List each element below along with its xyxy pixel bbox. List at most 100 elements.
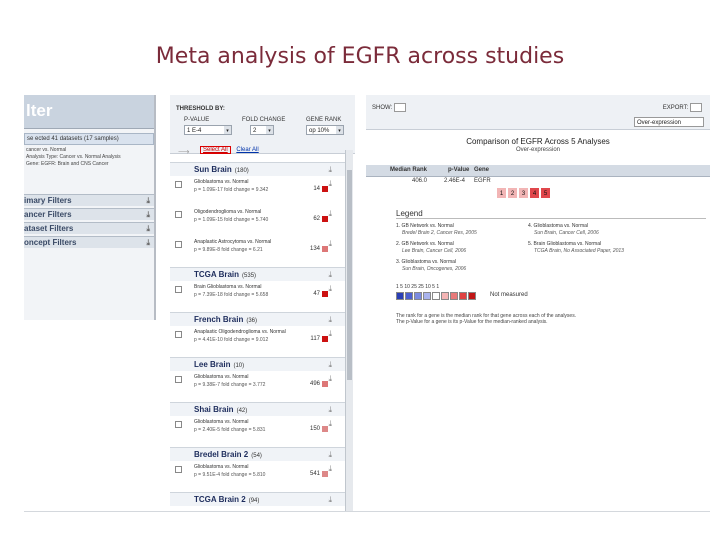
color-scale bbox=[396, 292, 477, 300]
study-header[interactable]: Shai Brain (42) ⤓ bbox=[170, 402, 350, 416]
show-control[interactable]: SHOW: bbox=[372, 103, 406, 112]
expand-arrow-icon[interactable]: ⤓ bbox=[146, 209, 150, 220]
download-icon[interactable]: ⤓ bbox=[328, 493, 332, 506]
filter-group-cancer[interactable]: ancer Filters ⤓ bbox=[24, 208, 154, 220]
scale-swatch bbox=[441, 292, 449, 300]
fold-change-select[interactable]: 2 ▾ bbox=[250, 125, 274, 135]
scale-swatch bbox=[414, 292, 422, 300]
not-measured-label: Not measured bbox=[490, 292, 528, 298]
analysis-row[interactable]: Anaplastic Astrocytoma vs. Normal p = 9.… bbox=[170, 236, 350, 266]
expression-type-select[interactable]: Over-expression bbox=[634, 117, 704, 127]
study-header[interactable]: Bredel Brain 2 (54) ⤓ bbox=[170, 447, 350, 461]
rank-color-box bbox=[322, 186, 328, 192]
analysis-checkbox[interactable] bbox=[175, 376, 182, 383]
download-icon[interactable]: ⤓ bbox=[328, 329, 332, 339]
download-icon[interactable]: ⤓ bbox=[328, 374, 332, 384]
gene-value: EGFR bbox=[474, 178, 491, 184]
analysis-checkbox[interactable] bbox=[175, 181, 182, 188]
scrollbar-thumb[interactable] bbox=[347, 170, 352, 380]
download-icon[interactable]: ⤓ bbox=[328, 313, 332, 326]
legend-item: 3. Glioblastoma vs. Normal Sun Brain, On… bbox=[396, 259, 466, 273]
gene-rank-value: op 10% bbox=[309, 128, 330, 134]
filter-group-label: oncept Filters bbox=[24, 238, 77, 247]
legend-item-title: 4. Glioblastoma vs. Normal bbox=[528, 223, 589, 229]
analysis-row[interactable]: Glioblastoma vs. Normal p = 2.40E-5 fold… bbox=[170, 416, 350, 446]
legend-divider bbox=[396, 218, 706, 219]
analysis-row[interactable]: Brain Glioblastoma vs. Normal p = 7.39E-… bbox=[170, 281, 350, 311]
download-icon[interactable]: ⤓ bbox=[328, 268, 332, 281]
analysis-checkbox[interactable] bbox=[175, 466, 182, 473]
scale-swatch bbox=[459, 292, 467, 300]
select-all-link[interactable]: Select All bbox=[200, 146, 231, 154]
study-header[interactable]: French Brain (36) ⤓ bbox=[170, 312, 350, 326]
download-icon[interactable]: ⤓ bbox=[328, 284, 332, 294]
study-header[interactable]: Lee Brain (10) ⤓ bbox=[170, 357, 350, 371]
gene-rank: 47 bbox=[313, 291, 320, 297]
scale-swatch bbox=[405, 292, 413, 300]
filter-description: cancer vs. Normal Analysis Type: Cancer … bbox=[24, 145, 154, 170]
download-icon[interactable]: ⤓ bbox=[328, 163, 332, 176]
download-icon[interactable]: ⤓ bbox=[328, 239, 332, 249]
analysis-checkbox[interactable] bbox=[175, 286, 182, 293]
study-header[interactable]: TCGA Brain (535) ⤓ bbox=[170, 267, 350, 281]
heatmap-cell: 3 bbox=[518, 187, 529, 199]
rank-color-box bbox=[322, 246, 328, 252]
analysis-checkbox[interactable] bbox=[175, 421, 182, 428]
filter-group-primary[interactable]: imary Filters ⤓ bbox=[24, 194, 154, 206]
download-icon[interactable]: ⤓ bbox=[328, 419, 332, 429]
analysis-row[interactable]: Oligodendroglioma vs. Normal p = 1.09E-1… bbox=[170, 206, 350, 236]
analysis-stats: p = 4.41E-10 fold change = 9.012 bbox=[194, 337, 269, 343]
export-control[interactable]: EXPORT: bbox=[663, 103, 702, 112]
study-name: French Brain bbox=[194, 315, 244, 324]
analysis-row[interactable]: Glioblastoma vs. Normal p = 9.51E-4 fold… bbox=[170, 461, 350, 491]
download-icon[interactable]: ⤓ bbox=[328, 209, 332, 219]
threshold-label: THRESHOLD BY: bbox=[176, 106, 225, 112]
gene-rank: 496 bbox=[309, 381, 320, 387]
analysis-checkbox[interactable] bbox=[175, 331, 182, 338]
analysis-checkbox[interactable] bbox=[175, 211, 182, 218]
filter-group-dataset[interactable]: ataset Filters ⤓ bbox=[24, 222, 154, 234]
comparison-panel: SHOW: EXPORT: Over-expression Comparison… bbox=[366, 95, 710, 330]
show-select[interactable] bbox=[393, 103, 406, 112]
chevron-down-icon[interactable]: ▾ bbox=[336, 126, 343, 134]
gene-rank: 150 bbox=[309, 426, 320, 432]
gene-rank: 541 bbox=[309, 471, 320, 477]
pvalue-value: 2.46E-4 bbox=[444, 178, 466, 184]
study-header[interactable]: TCGA Brain 2 (94) ⤓ bbox=[170, 492, 350, 506]
legend-item-title: 3. Glioblastoma vs. Normal bbox=[396, 259, 457, 265]
analysis-row[interactable]: Anaplastic Oligodendroglioma vs. Normal … bbox=[170, 326, 350, 356]
legend-item: 2. GB Network vs. Normal Lee Brain, Canc… bbox=[396, 241, 466, 255]
col-gene: Gene bbox=[474, 167, 490, 173]
results-list: Sun Brain (180) ⤓ Glioblastoma vs. Normal… bbox=[170, 161, 350, 506]
analysis-row[interactable]: Glioblastoma vs. Normal p = 9.38E-7 fold… bbox=[170, 371, 350, 401]
analysis-stats: p = 9.38E-7 fold change = 3.772 bbox=[194, 382, 266, 388]
legend-item-source: Sun Brain, Oncogenes, 2006 bbox=[402, 266, 467, 272]
analysis-title: Brain Glioblastoma vs. Normal bbox=[194, 284, 262, 290]
download-icon[interactable]: ⤓ bbox=[328, 179, 332, 189]
analysis-stats: p = 7.39E-18 fold change = 5.658 bbox=[194, 292, 269, 298]
analysis-row[interactable]: Glioblastoma vs. Normal p = 1.09E-17 fol… bbox=[170, 176, 350, 206]
download-icon[interactable]: ⤓ bbox=[328, 448, 332, 461]
pvalue-select[interactable]: 1 E-4 ▾ bbox=[184, 125, 232, 135]
chevron-down-icon[interactable]: ▾ bbox=[224, 126, 231, 134]
analysis-checkbox[interactable] bbox=[175, 241, 182, 248]
study-count: (94) bbox=[248, 498, 260, 504]
filter-group-concept[interactable]: oncept Filters ⤓ bbox=[24, 236, 154, 248]
clear-all-link[interactable]: Clear All bbox=[236, 147, 258, 153]
expand-arrow-icon[interactable]: ⤓ bbox=[146, 195, 150, 206]
chevron-down-icon[interactable]: ▾ bbox=[266, 126, 273, 134]
study-name: Shai Brain bbox=[194, 405, 234, 414]
study-header[interactable]: Sun Brain (180) ⤓ bbox=[170, 162, 350, 176]
legend-item-title: 1. GB Network vs. Normal bbox=[396, 223, 454, 229]
study-count: (180) bbox=[234, 168, 249, 174]
expand-arrow-icon[interactable]: ⤓ bbox=[146, 223, 150, 234]
download-icon[interactable]: ⤓ bbox=[328, 464, 332, 474]
expand-arrow-icon[interactable]: ⤓ bbox=[146, 237, 150, 248]
gene-rank-select[interactable]: op 10% ▾ bbox=[306, 125, 344, 135]
download-icon[interactable]: ⤓ bbox=[328, 403, 332, 416]
export-select[interactable] bbox=[690, 103, 702, 112]
comparison-title: Comparison of EGFR Across 5 Analyses bbox=[466, 137, 610, 146]
results-scrollbar[interactable] bbox=[345, 150, 353, 512]
download-icon[interactable]: ⤓ bbox=[328, 358, 332, 371]
bottom-divider bbox=[24, 511, 710, 512]
